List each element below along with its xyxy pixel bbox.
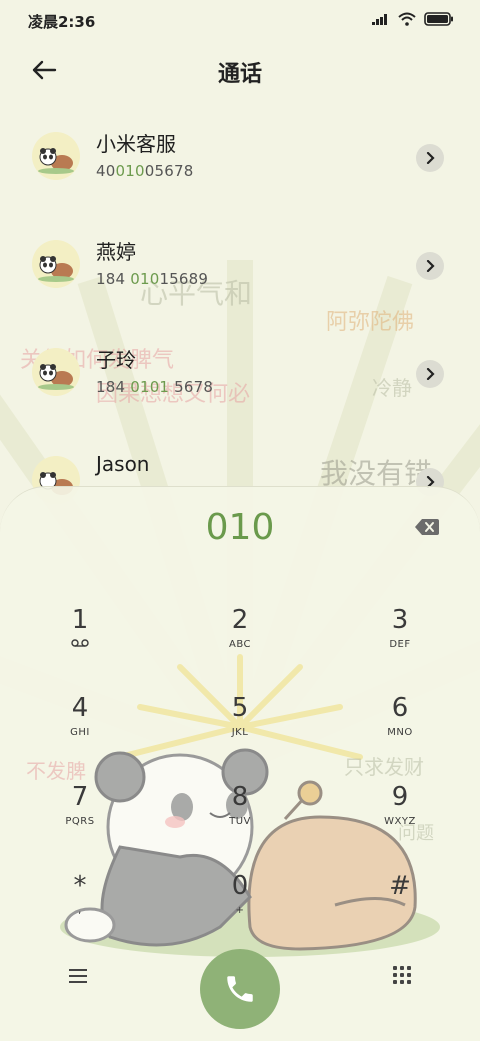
key-letters: ABC [228,639,251,650]
status-bar: 凌晨2:36 [0,0,480,40]
contact-name: 子玲 [96,348,136,372]
contact-name: Jason [96,452,150,476]
page-title: 通话 [217,62,262,87]
key-digit: 9 [391,782,409,812]
contact-number: 4001005678 [96,162,193,180]
dialpad-sheet: 不发脾 只求发财 问题 010 1 2 ABC 3 DEF 4 GHI 5 JK… [0,486,480,1041]
avatar [32,132,80,180]
number-part: 184 [96,378,131,396]
wifi-icon [398,12,416,26]
list-item[interactable]: 小米客服 4001005678 [0,114,480,204]
signal-icon [372,14,387,25]
key-letters: PQRS [65,816,95,827]
key-digit: 3 [391,605,409,635]
dialpad-toggle-button[interactable] [390,963,414,987]
contact-number: 184 0101 5678 [96,378,213,396]
contact-detail-button[interactable] [416,144,444,172]
list-item[interactable]: 子玲 184 0101 5678 [0,330,480,420]
key-9[interactable]: 9 WXYZ [340,782,460,862]
app-header: 通话 [0,48,480,94]
contact-number: 184 01015689 [96,270,208,288]
key-3[interactable]: 3 DEF [340,605,460,685]
dialpad-icon [393,966,411,984]
key-letters: TUV [229,816,251,827]
key-1[interactable]: 1 [20,605,140,685]
voicemail-icon [20,639,140,650]
chevron-right-icon [426,260,435,272]
number-match: 0101 [130,378,170,396]
status-time: 凌晨2:36 [28,13,96,31]
key-digit: 6 [391,693,409,723]
number-part: 184 [96,270,131,288]
key-letters: JKL [231,727,249,738]
key-2[interactable]: 2 ABC [180,605,300,685]
key-5[interactable]: 5 JKL [180,693,300,773]
key-letters: WXYZ [384,816,416,827]
call-button[interactable] [200,949,280,1029]
key-0[interactable]: 0 + [180,871,300,951]
panda-avatar-icon [32,132,80,180]
panda-avatar-icon [32,348,80,396]
dialed-number: 010 [205,507,275,548]
key-letters: , [78,905,82,916]
key-digit: 5 [231,693,249,723]
key-digit: 8 [231,782,249,812]
avatar [32,348,80,396]
key-digit: # [389,871,411,901]
key-7[interactable]: 7 PQRS [20,782,140,862]
backspace-icon [415,519,439,535]
number-part: 15689 [159,270,209,288]
contact-name: 燕婷 [96,240,136,264]
menu-icon [69,969,87,983]
chevron-right-icon [426,152,435,164]
key-6[interactable]: 6 MNO [340,693,460,773]
key-digit: 4 [71,693,89,723]
contact-detail-button[interactable] [416,360,444,388]
number-part: 5678 [169,378,214,396]
phone-icon [227,976,253,1002]
contact-detail-button[interactable] [416,252,444,280]
key-digit: 1 [71,605,89,635]
panda-avatar-icon [32,240,80,288]
key-letters: + [235,905,245,916]
key-digit: * [73,871,87,901]
key-8[interactable]: 8 TUV [180,782,300,862]
key-hash[interactable]: # [340,871,460,951]
battery-icon [424,12,453,26]
key-star[interactable]: * , [20,871,140,951]
key-digit: 2 [231,605,249,635]
key-digit: 0 [231,871,249,901]
avatar [32,240,80,288]
status-icons [372,12,454,26]
key-letters: DEF [389,639,411,650]
menu-button[interactable] [66,965,90,987]
number-match: 010 [130,270,160,288]
key-digit: 7 [71,782,89,812]
key-letters: MNO [387,727,413,738]
chevron-right-icon [426,368,435,380]
key-letters: GHI [70,727,90,738]
list-item[interactable]: 燕婷 184 01015689 [0,222,480,312]
number-part: 40 [96,162,116,180]
number-part: 05678 [144,162,194,180]
backspace-button[interactable] [414,517,440,537]
contact-name: 小米客服 [96,132,176,156]
key-4[interactable]: 4 GHI [20,693,140,773]
number-match: 010 [115,162,145,180]
